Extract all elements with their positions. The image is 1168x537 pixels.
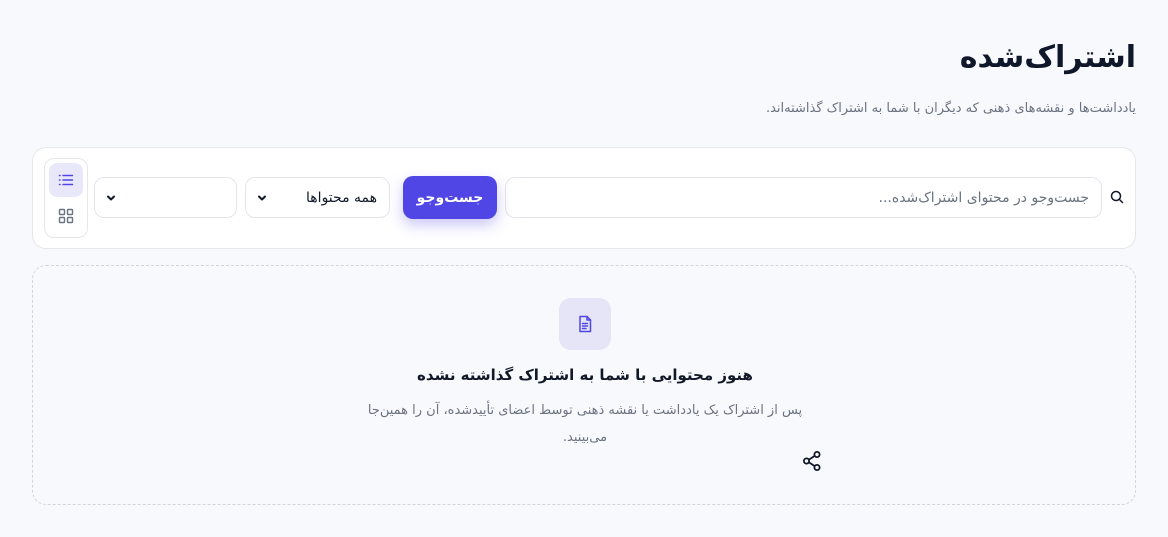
grid-icon [58,208,74,224]
content-type-select-value: همه محتواها [306,189,377,206]
search-button[interactable]: جست‌وجو [403,176,497,219]
filter-toolbar: جست‌وجو همه محتواها [32,147,1136,249]
list-icon [58,174,74,186]
page-subtitle: یادداشت‌ها و نقشه‌های ذهنی که دیگران با … [765,101,1136,116]
empty-state-title: هنوز محتوایی با شما به اشتراک گذاشته نشد… [417,366,753,384]
empty-state-description: پس از اشتراک یک یادداشت یا نقشه ذهنی توس… [367,403,803,445]
document-icon [579,315,592,333]
chevron-down-icon [107,195,115,200]
sort-select[interactable] [94,177,237,218]
chevron-down-icon [258,195,266,200]
share-icon [803,451,821,471]
search-input[interactable] [505,177,1102,218]
shared-page: اشتراک‌شده یادداشت‌ها و نقشه‌های ذهنی که… [0,0,1168,537]
grid-view-button[interactable] [49,199,83,233]
page-title: اشتراک‌شده [959,40,1136,75]
empty-state: هنوز محتوایی با شما به اشتراک گذاشته نشد… [32,265,1136,505]
document-icon-badge [559,298,611,350]
view-mode-toggle [44,158,88,238]
search-icon [1110,190,1124,204]
list-view-button[interactable] [49,163,83,197]
content-type-select[interactable]: همه محتواها [245,177,390,218]
